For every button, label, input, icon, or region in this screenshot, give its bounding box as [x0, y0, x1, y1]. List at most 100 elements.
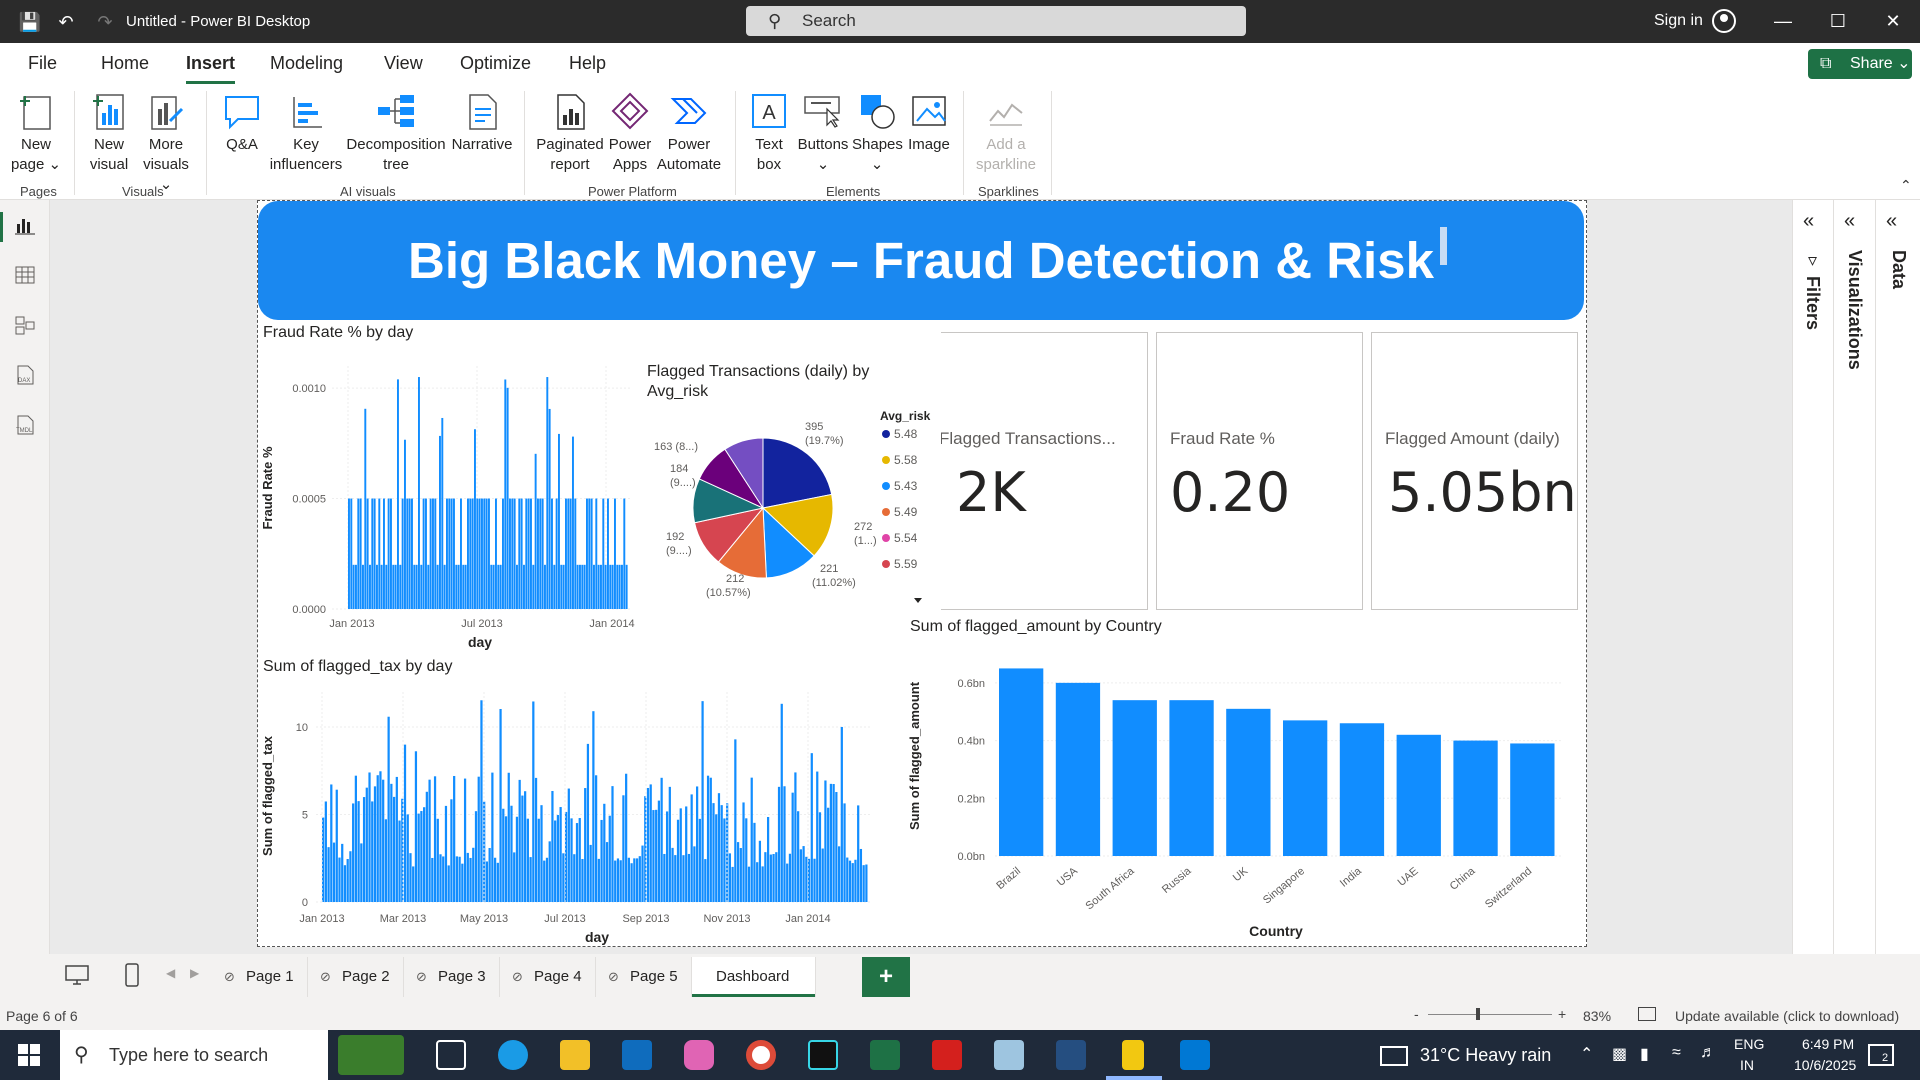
vscode-icon[interactable]: [1180, 1040, 1210, 1070]
page-tab-2[interactable]: ⊘ Page 2: [308, 957, 404, 997]
text-box-button[interactable]: A Text box: [745, 91, 793, 175]
undo-icon[interactable]: ↶: [54, 10, 78, 34]
decomposition-tree-button[interactable]: Decomposition tree: [344, 91, 448, 175]
page-tab-4[interactable]: ⊘ Page 4: [500, 957, 596, 997]
power-bi-icon[interactable]: [1122, 1040, 1144, 1070]
notifications-icon[interactable]: 2: [1868, 1044, 1894, 1066]
save-icon[interactable]: 💾: [18, 10, 42, 34]
task-view-icon[interactable]: [436, 1040, 466, 1070]
flagged-transactions-pie-chart[interactable]: Flagged Transactions (daily) by Avg_risk…: [640, 358, 958, 618]
menu-home[interactable]: Home: [101, 53, 149, 74]
mobile-layout-icon[interactable]: [124, 962, 140, 988]
image-label: Image: [908, 136, 950, 153]
weather-text[interactable]: 31°C Heavy rain: [1420, 1045, 1551, 1066]
acrobat-icon[interactable]: [932, 1040, 962, 1070]
page-tab-dashboard[interactable]: Dashboard: [692, 957, 816, 997]
add-sparkline-button[interactable]: Add a sparkline: [970, 91, 1042, 175]
fit-to-page-icon[interactable]: [1638, 1007, 1656, 1021]
dax-query-view-icon[interactable]: DAX: [12, 364, 38, 390]
expand-visualizations-icon[interactable]: «: [1844, 210, 1855, 233]
shapes-button[interactable]: Shapes ⌄: [852, 91, 903, 175]
file-explorer-icon[interactable]: [560, 1040, 590, 1070]
menu-insert[interactable]: Insert: [186, 53, 236, 84]
redo-icon[interactable]: ↷: [93, 10, 117, 34]
qa-button[interactable]: Q&A: [218, 91, 266, 155]
page-tab-5[interactable]: ⊘ Page 5: [596, 957, 692, 997]
taskbar-search[interactable]: ⚲ Type here to search: [60, 1030, 328, 1080]
expand-data-icon[interactable]: «: [1886, 210, 1897, 233]
search-box[interactable]: ⚲ Search: [746, 6, 1246, 36]
windows-start-icon[interactable]: [18, 1044, 40, 1066]
zoom-slider[interactable]: [1428, 1008, 1552, 1020]
scroll-right-icon[interactable]: ▶: [190, 966, 199, 980]
report-view-icon[interactable]: [0, 212, 38, 242]
image-button[interactable]: Image: [904, 91, 954, 155]
add-page-button[interactable]: +: [862, 957, 910, 997]
key-influencers-button[interactable]: Key influencers: [268, 91, 344, 175]
zoom-in-icon[interactable]: +: [1558, 1006, 1566, 1022]
data-bar: [493, 857, 497, 902]
flagged-tax-chart[interactable]: Sum of flagged_tax by day 0 5 10 Jan 2013 Ma…: [258, 656, 878, 946]
excel-icon[interactable]: [870, 1040, 900, 1070]
menu-modeling[interactable]: Modeling: [270, 53, 343, 74]
zoom-slider-thumb[interactable]: [1476, 1008, 1480, 1020]
kpi-card-fraud-rate[interactable]: Fraud Rate % 0.20: [1156, 332, 1363, 610]
kpi-card-flagged-transactions[interactable]: Flagged Transactions... 2K: [941, 332, 1148, 610]
battery-icon[interactable]: ▮: [1640, 1044, 1649, 1064]
title-banner[interactable]: Big Black Money – Fraud Detection & Risk: [258, 201, 1584, 320]
minimize-icon[interactable]: —: [1763, 8, 1803, 34]
desktop-layout-icon[interactable]: [64, 964, 90, 986]
input-language[interactable]: ENG: [1734, 1036, 1764, 1052]
sign-in-link[interactable]: Sign in: [1654, 12, 1703, 30]
sql-studio-icon[interactable]: [1056, 1040, 1086, 1070]
text-box-label-2: box: [756, 156, 782, 173]
page-tab-1[interactable]: ⊘ Page 1: [212, 957, 308, 997]
menu-view[interactable]: View: [384, 53, 423, 74]
filters-pane[interactable]: « ▿ Filters: [1792, 200, 1833, 954]
account-icon[interactable]: [1712, 9, 1736, 33]
power-automate-button[interactable]: Power Automate: [656, 91, 722, 175]
maximize-icon[interactable]: ☐: [1818, 8, 1858, 34]
power-apps-button[interactable]: Power Apps: [606, 91, 654, 175]
input-region[interactable]: IN: [1740, 1057, 1754, 1073]
fraud-rate-chart[interactable]: Fraud Rate % by day 0.0000 0.0005 0.0010 Ja…: [258, 322, 648, 652]
update-available-link[interactable]: Update available (click to download): [1675, 1008, 1899, 1024]
meet-icon[interactable]: ▩: [1612, 1044, 1627, 1064]
tmdl-view-icon[interactable]: TMDL: [12, 414, 38, 440]
outlook-icon[interactable]: [622, 1040, 652, 1070]
app-icon[interactable]: [994, 1040, 1024, 1070]
share-button[interactable]: ⧉ Share ⌄: [1808, 49, 1912, 79]
visualizations-pane[interactable]: « Visualizations: [1833, 200, 1875, 954]
menu-file[interactable]: File: [28, 53, 57, 74]
collapse-ribbon-icon[interactable]: ⌃: [1900, 177, 1912, 194]
flagged-amount-country-chart[interactable]: Sum of flagged_amount by Country 0.0bn 0.…: [905, 616, 1585, 946]
scroll-left-icon[interactable]: ◀: [166, 966, 175, 980]
paginated-report-button[interactable]: Paginated report: [534, 91, 606, 175]
kpi-card-flagged-amount[interactable]: Flagged Amount (daily) 5.05bn: [1371, 332, 1578, 610]
wifi-icon[interactable]: ≈: [1672, 1044, 1681, 1062]
narrative-button[interactable]: Narrative: [450, 91, 514, 155]
data-pane[interactable]: « Data: [1875, 200, 1920, 954]
new-page-button[interactable]: New page ⌄: [8, 91, 64, 175]
page-tab-3[interactable]: ⊘ Page 3: [404, 957, 500, 997]
new-visual-button[interactable]: New visual: [84, 91, 134, 175]
menu-help[interactable]: Help: [569, 53, 606, 74]
buttons-button[interactable]: Buttons ⌄: [795, 91, 851, 175]
expand-filters-icon[interactable]: «: [1803, 210, 1814, 233]
volume-icon[interactable]: ♬: [1700, 1044, 1716, 1062]
menu-optimize[interactable]: Optimize: [460, 53, 531, 74]
copilot-icon[interactable]: [684, 1040, 714, 1070]
app-icon[interactable]: [808, 1040, 838, 1070]
clock-date[interactable]: 10/6/2025: [1794, 1057, 1856, 1073]
table-view-icon[interactable]: [12, 264, 38, 290]
show-hidden-icons[interactable]: ⌃: [1580, 1044, 1593, 1064]
model-view-icon[interactable]: [12, 314, 38, 340]
chrome-icon[interactable]: [746, 1040, 776, 1070]
search-highlight-icon[interactable]: [338, 1035, 404, 1075]
zoom-out-icon[interactable]: -: [1414, 1006, 1419, 1022]
edge-icon[interactable]: [498, 1040, 528, 1070]
more-visuals-button[interactable]: More visuals ⌄: [140, 91, 192, 195]
weather-icon[interactable]: [1380, 1046, 1408, 1066]
close-icon[interactable]: ✕: [1873, 8, 1913, 34]
clock-time[interactable]: 6:49 PM: [1802, 1036, 1854, 1052]
